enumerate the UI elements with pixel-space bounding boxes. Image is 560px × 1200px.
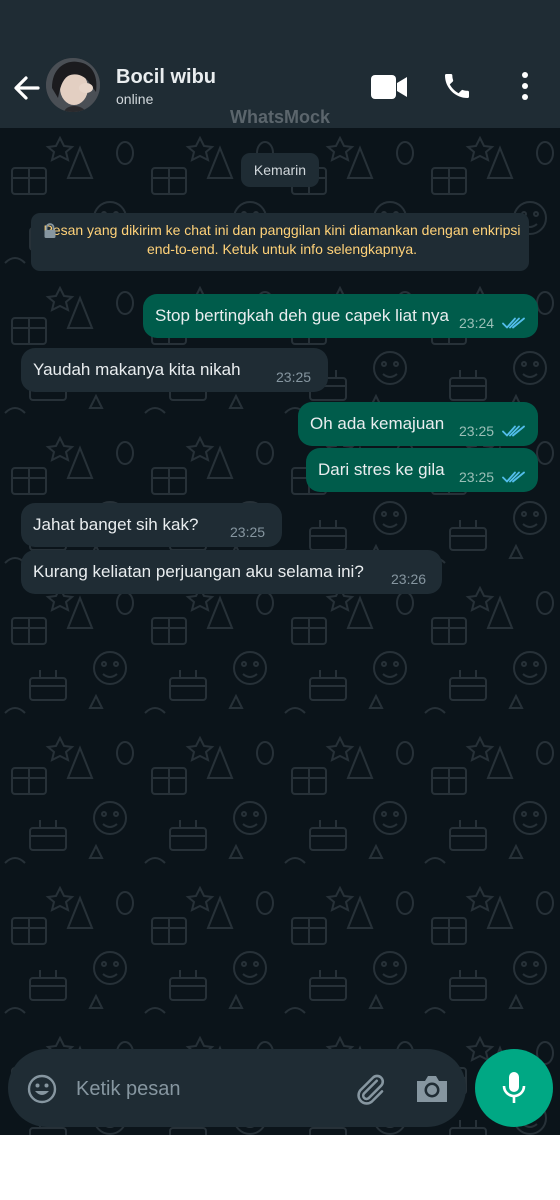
message-outgoing[interactable]: Dari stres ke gila 23:25 (306, 448, 538, 492)
encryption-notice-text: Pesan yang dikirim ke chat ini dan pangg… (43, 222, 521, 257)
message-time: 23:25 (459, 423, 495, 439)
contact-name[interactable]: Bocil wibu (116, 66, 216, 89)
message-text: Yaudah makanya kita nikah (33, 360, 241, 379)
read-ticks-icon (502, 317, 525, 329)
message-incoming[interactable]: Yaudah makanya kita nikah 23:25 (21, 348, 328, 392)
date-chip: Kemarin (241, 153, 319, 187)
message-time: 23:25 (459, 469, 495, 485)
emoji-icon[interactable] (26, 1073, 58, 1105)
message-text: Oh ada kemajuan (310, 414, 445, 433)
camera-icon[interactable] (414, 1073, 450, 1105)
mic-button[interactable] (475, 1049, 553, 1127)
avatar[interactable] (46, 58, 100, 112)
message-time: 23:25 (276, 369, 312, 385)
message-time: 23:24 (459, 315, 495, 331)
arrow-left-icon[interactable] (10, 70, 46, 106)
message-input[interactable] (76, 1077, 336, 1101)
message-incoming[interactable]: Kurang keliatan perjuangan aku selama in… (21, 550, 442, 594)
message-time: 23:25 (230, 524, 266, 540)
chat-screen: Bocil wibu online WhatsMock Kemarin Pesa… (0, 0, 560, 1135)
avatar-image (46, 58, 100, 112)
message-text: Stop bertingkah deh gue capek liat nya (155, 306, 449, 325)
watermark: WhatsMock (229, 107, 330, 127)
read-ticks-icon (502, 471, 525, 483)
message-incoming[interactable]: Jahat banget sih kak? 23:25 (21, 503, 282, 547)
read-ticks-icon (502, 425, 525, 437)
paperclip-icon[interactable] (352, 1071, 388, 1107)
chat-wallpaper (0, 128, 560, 1135)
message-text: Dari stres ke gila (318, 460, 445, 479)
message-outgoing[interactable]: Oh ada kemajuan 23:25 (298, 402, 538, 446)
message-text: Kurang keliatan perjuangan aku selama in… (33, 562, 364, 581)
message-text: Jahat banget sih kak? (33, 515, 199, 534)
video-camera-icon[interactable] (370, 74, 408, 100)
message-time: 23:26 (391, 571, 427, 587)
more-vertical-icon[interactable] (514, 70, 536, 102)
microphone-icon (502, 1072, 526, 1103)
message-composer (8, 1049, 466, 1127)
contact-status: online (116, 91, 154, 107)
lock-icon (44, 223, 56, 238)
message-outgoing[interactable]: Stop bertingkah deh gue capek liat nya 2… (143, 294, 538, 338)
phone-icon[interactable] (441, 70, 473, 102)
encryption-notice[interactable]: Pesan yang dikirim ke chat ini dan pangg… (31, 213, 529, 271)
